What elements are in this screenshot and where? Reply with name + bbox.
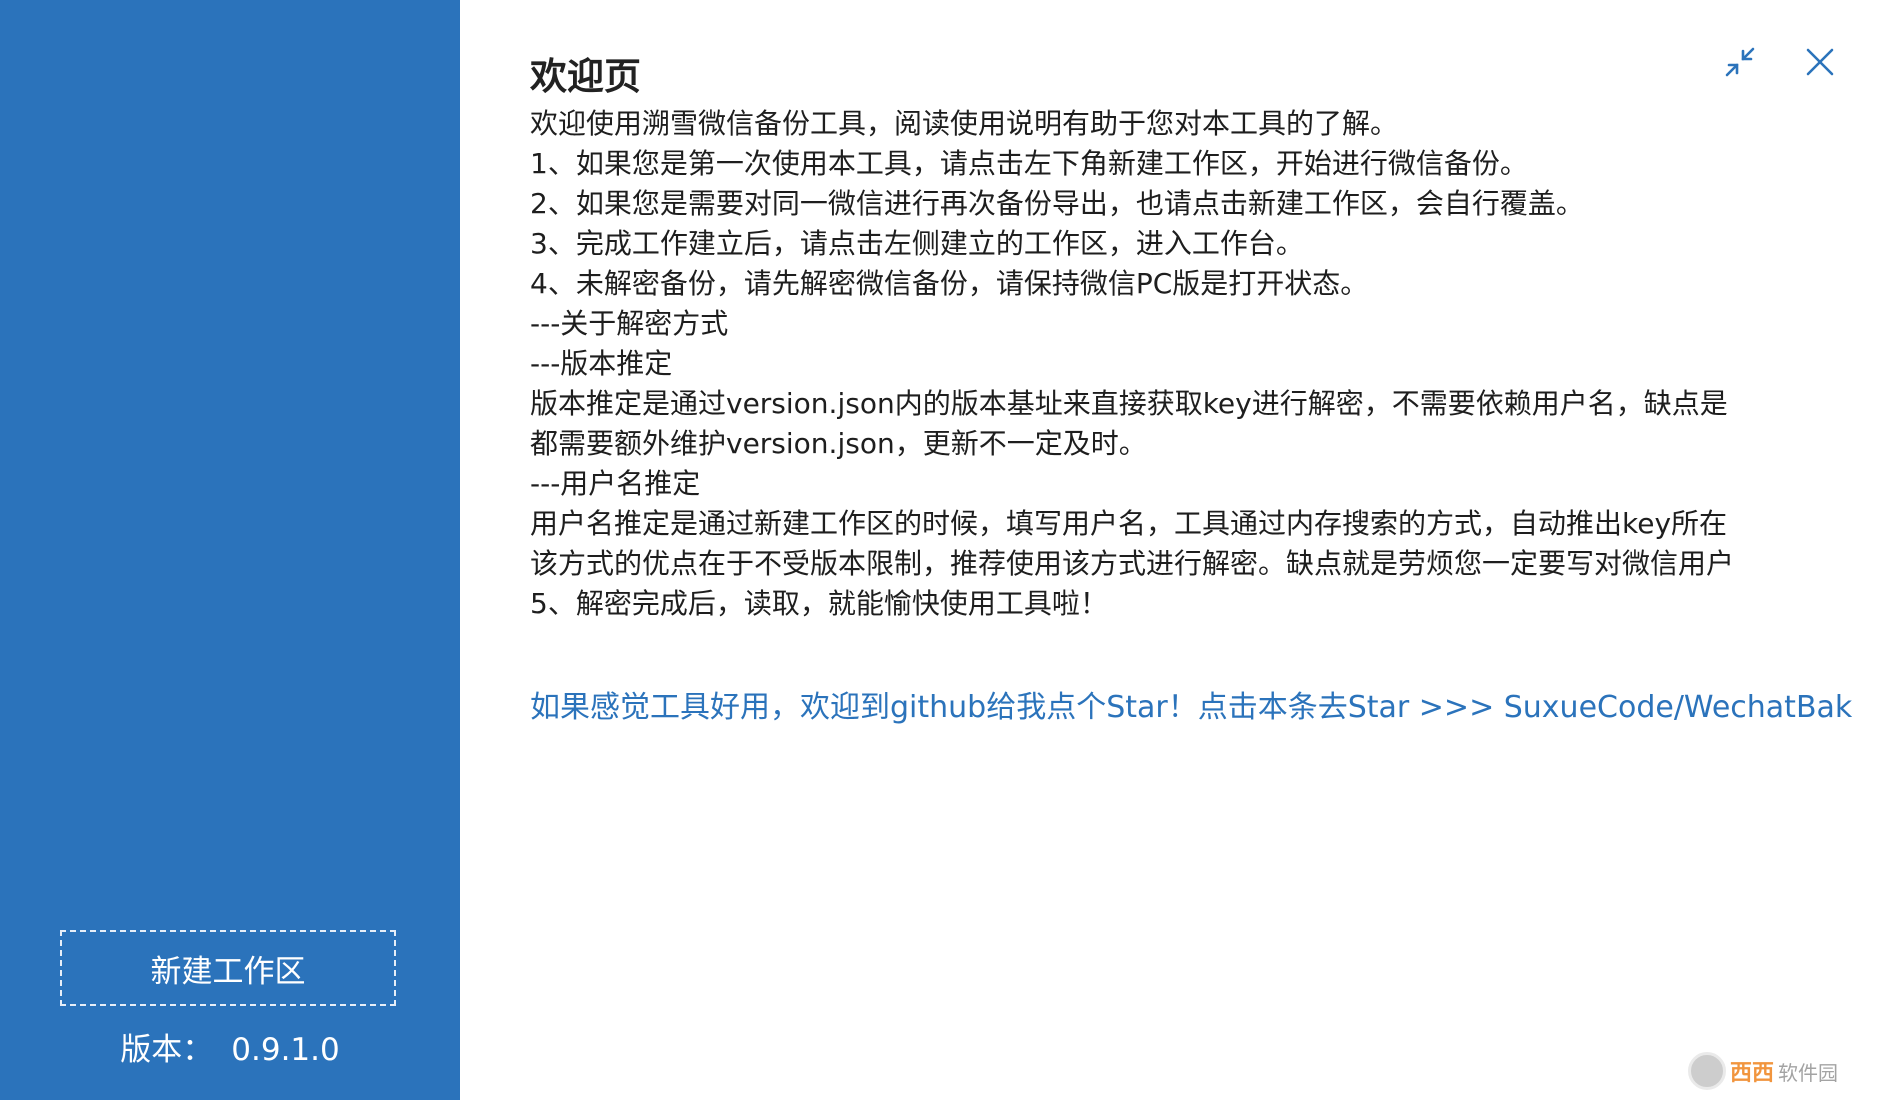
instruction-line: 3、完成工作建立后，请点击左侧建立的工作区，进入工作台。	[530, 227, 1304, 260]
close-button[interactable]	[1800, 42, 1840, 82]
close-icon	[1806, 48, 1834, 76]
instruction-line: 欢迎使用溯雪微信备份工具，阅读使用说明有助于您对本工具的了解。	[530, 107, 1399, 140]
version-label: 版本：	[120, 1032, 214, 1068]
instruction-line: 4、未解密备份，请先解密微信备份，请保持微信PC版是打开状态。	[530, 267, 1369, 300]
github-star-link[interactable]: 如果感觉工具好用，欢迎到github给我点个Star！点击本条去Star >>>…	[530, 682, 1852, 726]
page-title: 欢迎页	[530, 55, 641, 98]
sidebar: 新建工作区 版本： 0.9.1.0	[0, 0, 460, 1100]
instructions-text: 欢迎使用溯雪微信备份工具，阅读使用说明有助于您对本工具的了解。 1、如果您是第一…	[530, 104, 1900, 624]
watermark-sub: 软件园	[1778, 1060, 1839, 1085]
instruction-line: ---关于解密方式	[530, 307, 729, 340]
instruction-line: 该方式的优点在于不受版本限制，推荐使用该方式进行解密。缺点就是劳烦您一定要写对微…	[530, 547, 1735, 580]
version-value: 0.9.1.0	[231, 1032, 340, 1068]
instruction-line: ---用户名推定	[530, 467, 701, 500]
instruction-line: 5、解密完成后，读取，就能愉快使用工具啦！	[530, 587, 1108, 620]
shrink-arrows-icon	[1725, 47, 1755, 77]
main-panel: 欢迎页 欢迎使用溯雪微信备份工具，阅读使用说明有助于您对本工具的了解。 1、如果…	[460, 0, 1900, 1100]
minimize-button[interactable]	[1720, 42, 1760, 82]
app-window: 新建工作区 版本： 0.9.1.0 欢迎页 欢迎使用溯雪微信备份工具，阅读使用说…	[0, 0, 1900, 1100]
instruction-line: 都需要额外维护version.json，更新不一定及时。	[530, 427, 1147, 460]
watermark-brand: 西西	[1730, 1061, 1775, 1086]
version-info: 版本： 0.9.1.0	[0, 1024, 460, 1069]
watermark-circle-icon	[1688, 1052, 1726, 1090]
instruction-line: 1、如果您是第一次使用本工具，请点击左下角新建工作区，开始进行微信备份。	[530, 147, 1528, 180]
instruction-line: 版本推定是通过version.json内的版本基址来直接获取key进行解密，不需…	[530, 387, 1728, 420]
instruction-line: 用户名推定是通过新建工作区的时候，填写用户名，工具通过内存搜索的方式，自动推出k…	[530, 507, 1728, 540]
new-workspace-button[interactable]: 新建工作区	[60, 930, 396, 1006]
watermark-logo: 西西 软件园	[1688, 1050, 1878, 1092]
window-controls	[1720, 42, 1840, 82]
instruction-line: 2、如果您是需要对同一微信进行再次备份导出，也请点击新建工作区，会自行覆盖。	[530, 187, 1584, 220]
instruction-line: ---版本推定	[530, 347, 673, 380]
